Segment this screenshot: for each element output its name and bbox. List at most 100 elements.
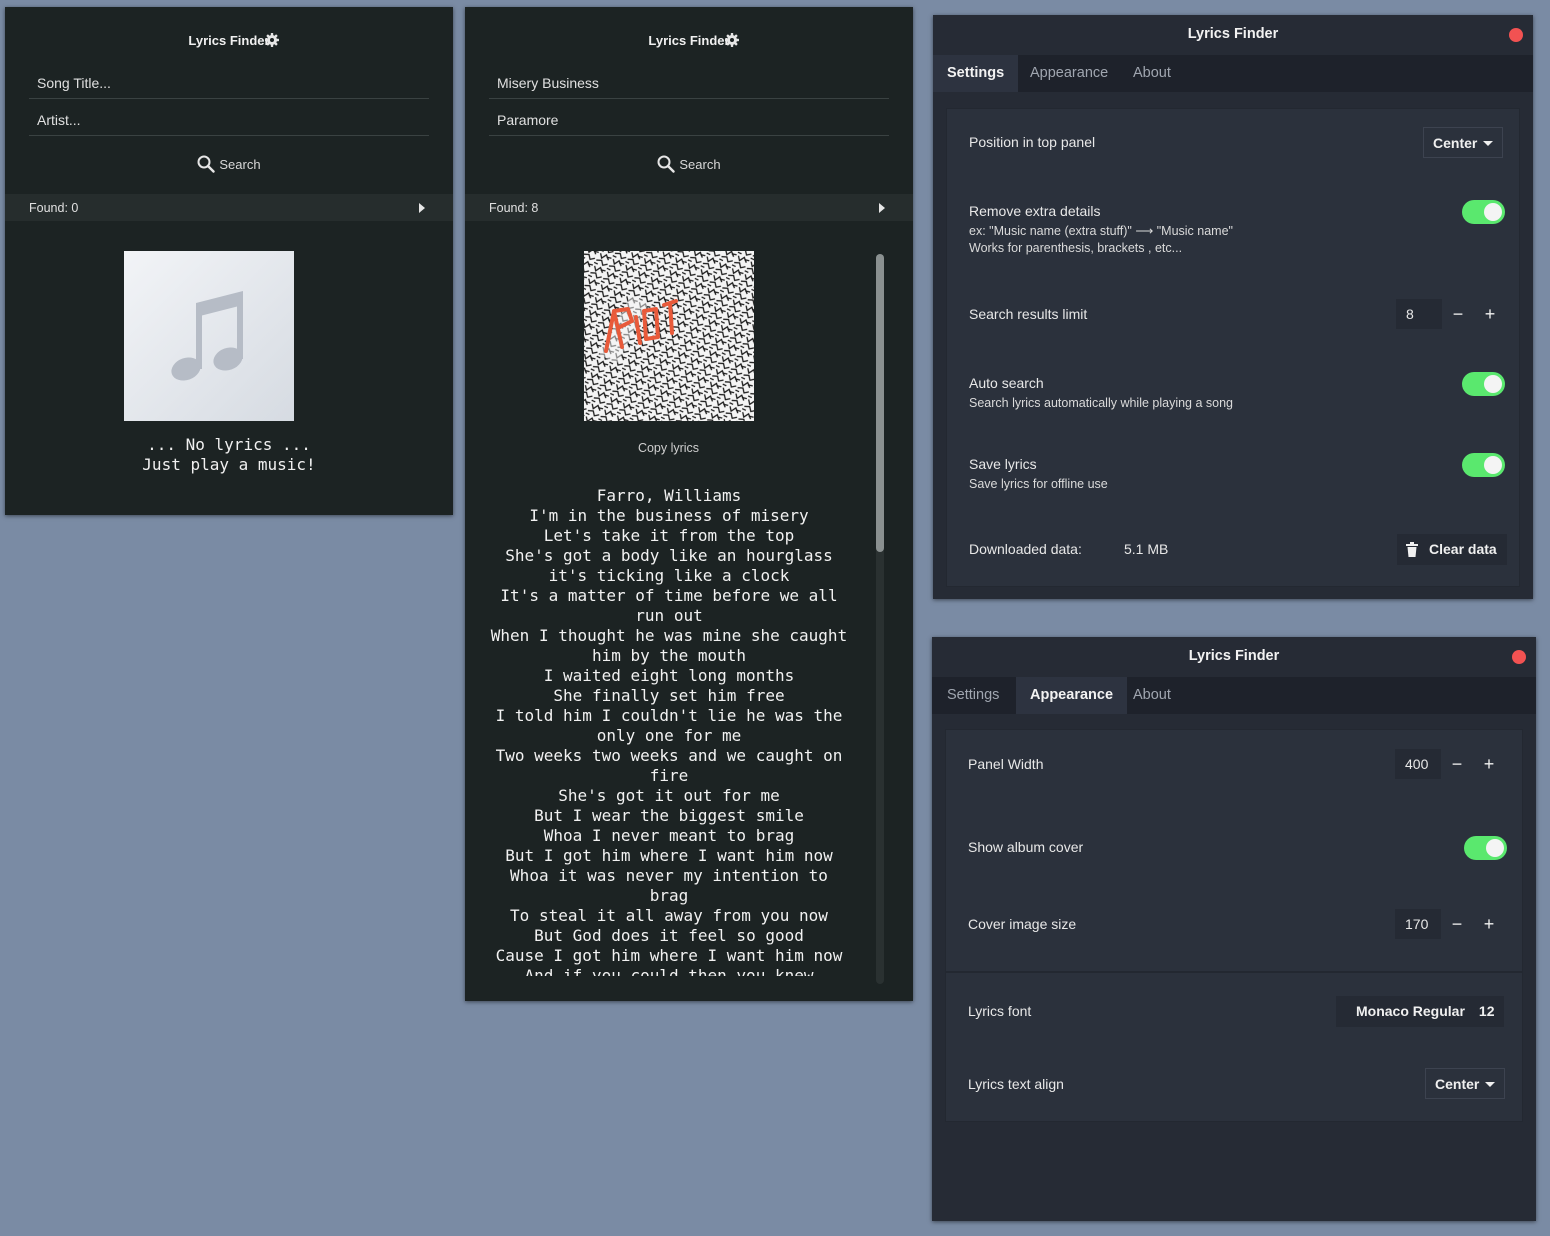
music-note-icon [124, 251, 294, 421]
search-label: Search [219, 157, 261, 172]
lyrics-line: I'm in the business of misery [529, 506, 809, 525]
preferences-window-settings: Lyrics Finder Settings Appearance About … [933, 15, 1533, 599]
clear-data-button[interactable]: Clear data [1397, 534, 1507, 565]
lyrics-line: To steal it all away from you now [510, 906, 828, 925]
lyrics-popup-empty: Lyrics Finder Song Title... Artist... Se… [5, 7, 453, 515]
font-name: Monaco Regular [1356, 1003, 1465, 1019]
song-title-input[interactable]: Misery Business [489, 67, 889, 99]
popup-header: Lyrics Finder [465, 33, 913, 55]
lyrics-line: I waited eight long months [543, 666, 795, 685]
chevron-down-icon [1483, 141, 1494, 146]
panel-width-value[interactable]: 400 [1395, 749, 1441, 779]
panel-width-stepper[interactable]: 400 − + [1395, 749, 1505, 779]
plus-icon[interactable]: + [1474, 299, 1506, 329]
artist-input[interactable]: Paramore [489, 104, 889, 136]
tab-about[interactable]: About [1119, 55, 1185, 92]
found-bar[interactable]: Found: 8 [465, 194, 913, 221]
popup-title: Lyrics Finder [188, 33, 270, 48]
copy-lyrics-button[interactable]: Copy lyrics [465, 441, 872, 455]
lyrics-line: And if you could then you knew [524, 966, 814, 976]
found-bar[interactable]: Found: 0 [5, 194, 453, 221]
downloaded-data-label: Downloaded data: [969, 541, 1082, 557]
arrow-right-icon[interactable] [879, 203, 885, 213]
gear-icon[interactable] [264, 32, 280, 48]
show-cover-toggle[interactable] [1464, 836, 1507, 860]
results-limit-stepper[interactable]: 8 − + [1396, 299, 1506, 329]
lyrics-line: Whoa I never meant to brag [543, 826, 795, 845]
gear-icon[interactable] [724, 32, 740, 48]
results-limit-label: Search results limit [969, 306, 1088, 322]
close-icon[interactable] [1512, 650, 1526, 664]
clear-data-label: Clear data [1429, 541, 1497, 557]
save-lyrics-label: Save lyrics [969, 456, 1037, 472]
lyrics-line: She's got a body like an hourglass [505, 546, 833, 565]
no-lyrics-message: ... No lyrics ... Just play a music! [5, 435, 453, 475]
play-music-line: Just play a music! [142, 455, 316, 474]
appearance-panel-group: Panel Width 400 − + Show album cover Cov… [945, 729, 1523, 972]
tab-appearance[interactable]: Appearance [1016, 677, 1128, 714]
tab-settings[interactable]: Settings [933, 677, 1013, 714]
preferences-window-appearance: Lyrics Finder Settings Appearance About … [932, 637, 1536, 1221]
position-value: Center [1433, 135, 1478, 151]
auto-search-label: Auto search [969, 375, 1044, 391]
save-lyrics-description: Save lyrics for offline use [969, 477, 1108, 491]
lyrics-line: She finally set him free [553, 686, 785, 705]
search-button[interactable]: Search [465, 155, 913, 173]
position-label: Position in top panel [969, 134, 1096, 150]
lyrics-line: Let's take it from the top [543, 526, 795, 545]
popup-header: Lyrics Finder [5, 33, 453, 55]
lyrics-line: Whoa it was never my intention to brag [510, 866, 828, 905]
lyrics-line: When I thought he was mine she caught hi… [490, 626, 848, 665]
lyrics-line: I told him I couldn't lie he was the onl… [495, 706, 843, 745]
lyrics-font-label: Lyrics font [968, 1003, 1032, 1019]
lyrics-line: it's ticking like a clock [548, 566, 790, 585]
window-title: Lyrics Finder [1187, 26, 1279, 42]
found-count: Found: 0 [29, 201, 79, 215]
auto-search-description: Search lyrics automatically while playin… [969, 396, 1234, 410]
tab-appearance[interactable]: Appearance [1016, 55, 1122, 92]
panel-width-label: Panel Width [968, 756, 1044, 772]
song-title-input[interactable]: Song Title... [29, 67, 429, 99]
scrollbar-thumb[interactable] [876, 254, 884, 552]
popup-title: Lyrics Finder [648, 33, 730, 48]
arrow-right-icon[interactable] [419, 203, 425, 213]
tab-bar: Settings Appearance About [932, 677, 1536, 714]
tab-bar: Settings Appearance About [933, 55, 1533, 92]
found-count: Found: 8 [489, 201, 539, 215]
lyrics-font-button[interactable]: Monaco Regular 12 [1336, 996, 1505, 1027]
tab-settings[interactable]: Settings [933, 55, 1019, 92]
remove-extra-toggle[interactable] [1462, 200, 1505, 224]
remove-extra-description: Works for parenthesis, brackets , etc... [969, 241, 1183, 255]
tab-about[interactable]: About [1119, 677, 1185, 714]
window-title: Lyrics Finder [1188, 648, 1280, 664]
lyrics-line: But I got him where I want him now [505, 846, 833, 865]
cover-size-label: Cover image size [968, 916, 1077, 932]
chevron-down-icon [1485, 1082, 1496, 1087]
save-lyrics-toggle[interactable] [1462, 453, 1505, 477]
search-label: Search [679, 157, 721, 172]
search-button[interactable]: Search [5, 155, 453, 173]
lyrics-line: Cause I got him where I want him now [495, 946, 843, 965]
close-icon[interactable] [1509, 28, 1523, 42]
position-dropdown[interactable]: Center [1423, 127, 1504, 158]
cover-size-value[interactable]: 170 [1395, 909, 1441, 939]
cover-size-stepper[interactable]: 170 − + [1395, 909, 1505, 939]
search-icon [657, 155, 676, 173]
appearance-text-group: Lyrics font Monaco Regular 12 Lyrics text… [945, 972, 1523, 1122]
trash-icon [1406, 542, 1418, 557]
album-cover-image [584, 251, 754, 421]
minus-icon[interactable]: − [1441, 909, 1473, 939]
text-align-label: Lyrics text align [968, 1076, 1064, 1092]
results-limit-value[interactable]: 8 [1396, 299, 1442, 329]
lyrics-scrollbar[interactable] [876, 254, 884, 984]
auto-search-toggle[interactable] [1462, 372, 1505, 396]
minus-icon[interactable]: − [1441, 749, 1473, 779]
lyrics-line: Two weeks two weeks and we caught on fir… [495, 746, 843, 785]
plus-icon[interactable]: + [1473, 909, 1505, 939]
plus-icon[interactable]: + [1473, 749, 1505, 779]
artist-input[interactable]: Artist... [29, 104, 429, 136]
no-lyrics-line: ... No lyrics ... [147, 435, 311, 454]
remove-extra-example: ex: "Music name (extra stuff)" ⟶ "Music … [969, 224, 1233, 238]
text-align-dropdown[interactable]: Center [1425, 1068, 1506, 1099]
minus-icon[interactable]: − [1442, 299, 1474, 329]
